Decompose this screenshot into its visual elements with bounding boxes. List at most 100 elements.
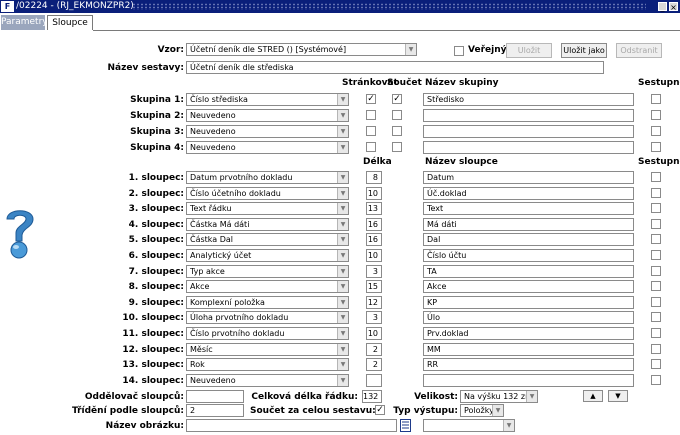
sloupec-5-select[interactable]: Částka Dal ▼ [186,233,349,247]
sloupec-5-length-input[interactable]: 16 [366,233,382,247]
sloupec-6-select[interactable]: Analytický účet ▼ [186,249,349,262]
sloupec-12-sestupne-checkbox[interactable] [651,343,661,354]
list-icon[interactable] [400,419,411,432]
sloupec-2-sestupne-checkbox[interactable] [651,187,661,198]
skupina-3-soucet-checkbox[interactable] [392,126,402,136]
vzor-select[interactable]: Účetní deník dle STRED () [Systémové] ▼ [186,43,417,56]
skupina-1-soucet-checkbox[interactable]: ✓ [392,94,402,104]
sloupec-7-length-input[interactable]: 3 [366,264,382,278]
skupina-1-sestupne-checkbox[interactable] [651,94,661,104]
save-button[interactable]: Uložit [506,43,552,58]
sloupec-12-select[interactable]: Měsíc ▼ [186,342,349,356]
velikost-select[interactable]: Na výšku 132 zn. ▼ [460,390,538,403]
skupina-1-name-input[interactable]: Středisko [423,93,634,106]
obrazek-select[interactable]: ▼ [423,419,515,432]
sloupec-3-name-input[interactable]: Text [423,202,634,216]
sloupec-2-select[interactable]: Číslo účetního dokladu ▼ [186,186,349,200]
oddelovac-input[interactable] [186,390,244,403]
header-nazev-sloupce: Název sloupce [425,157,498,167]
close-icon[interactable]: × [669,2,678,12]
sloupec-5-name-input[interactable]: Dal [423,233,634,247]
save-as-button[interactable]: Uložit jako [561,43,607,58]
sloupec-1-select[interactable]: Datum prvotního dokladu ▼ [186,171,349,184]
sloupec-3-length-input[interactable]: 13 [366,202,382,216]
sloupec-6-sestupne-checkbox[interactable] [651,250,661,260]
skupina-2-soucet-checkbox[interactable] [392,110,402,120]
sloupec-9-sestupne-checkbox[interactable] [651,296,661,307]
skupina-3-select[interactable]: Neuvedeno ▼ [186,125,349,138]
sloupec-9-name-input[interactable]: KP [423,295,634,309]
trideni-input[interactable]: 2 [186,404,244,417]
skupina-2-select[interactable]: Neuvedeno ▼ [186,109,349,122]
sloupec-8-name-input[interactable]: Akce [423,280,634,294]
sloupec-6-length-input[interactable]: 10 [366,249,382,262]
verejny-checkbox[interactable] [454,46,464,56]
sloupec-7-name-input[interactable]: TA [423,264,634,278]
skupina-1-strankovat-checkbox[interactable]: ✓ [366,94,376,104]
chevron-down-icon: ▼ [337,218,348,230]
skupina-2-strankovat-checkbox[interactable] [366,110,376,120]
sloupec-9-select[interactable]: Komplexní položka ▼ [186,295,349,309]
typ-select[interactable]: Položky ▼ [460,404,504,417]
sloupec-10-length-input[interactable]: 3 [366,311,382,325]
sloupec-4-length-input[interactable]: 16 [366,217,382,231]
nazev-sestavy-input[interactable]: Účetní deník dle střediska [186,61,604,74]
sloupec-4-name-input[interactable]: Má dáti [423,217,634,231]
sloupec-4-label: 4. sloupec: [128,219,184,230]
sloupec-10-sestupne-checkbox[interactable] [651,312,661,323]
skupina-2-sestupne-checkbox[interactable] [651,110,661,120]
minimize-icon[interactable]: _ [658,2,667,12]
sloupec-6-name-input[interactable]: Číslo účtu [423,249,634,262]
sloupec-13-name-input[interactable]: RR [423,358,634,372]
sloupec-5-sestupne-checkbox[interactable] [651,234,661,245]
sloupec-1-length-input[interactable]: 8 [366,171,382,184]
skupina-3-sestupne-checkbox[interactable] [651,126,661,136]
sloupec-3-select[interactable]: Text řádku ▼ [186,202,349,216]
sloupec-14-select[interactable]: Neuvedeno ▼ [186,373,349,387]
sloupec-14-sestupne-checkbox[interactable] [651,374,661,385]
soucet-sestavy-checkbox[interactable]: ✓ [375,405,385,415]
sloupec-2-name-input[interactable]: Úč.doklad [423,186,634,200]
sloupec-11-length-input[interactable]: 10 [366,327,382,340]
sloupec-2-length-input[interactable]: 10 [366,186,382,200]
tab-sloupce[interactable]: Sloupce [47,15,93,30]
sloupec-10-name-input[interactable]: Úlo [423,311,634,325]
skupina-4-sestupne-checkbox[interactable] [651,142,661,152]
sloupec-4-sestupne-checkbox[interactable] [651,218,661,229]
sloupec-10-select[interactable]: Úloha prvotního dokladu ▼ [186,311,349,325]
sloupec-9-length-input[interactable]: 12 [366,295,382,309]
sloupec-12-length-input[interactable]: 2 [366,342,382,356]
sloupec-1-name-input[interactable]: Datum [423,171,634,184]
sloupec-11-sestupne-checkbox[interactable] [651,328,661,338]
skupina-1-select[interactable]: Číslo střediska ▼ [186,93,349,106]
skupina-4-soucet-checkbox[interactable] [392,142,402,152]
sloupec-13-select[interactable]: Rok ▼ [186,358,349,372]
skupina-3-name-input[interactable] [423,125,634,138]
sloupec-3-sestupne-checkbox[interactable] [651,203,661,214]
skupina-4-strankovat-checkbox[interactable] [366,142,376,152]
skupina-3-strankovat-checkbox[interactable] [366,126,376,136]
sloupec-14-name-input[interactable] [423,373,634,387]
sloupec-8-length-input[interactable]: 15 [366,280,382,294]
skupina-4-name-input[interactable] [423,141,634,154]
sloupec-7-sestupne-checkbox[interactable] [651,265,661,276]
move-down-button[interactable]: ▼ [608,390,628,402]
tab-parametry[interactable]: Parametry [1,15,48,30]
move-up-button[interactable]: ▲ [583,390,603,402]
obrazek-input[interactable] [186,419,397,432]
sloupec-11-name-input[interactable]: Prv.doklad [423,327,634,340]
sloupec-13-sestupne-checkbox[interactable] [651,359,661,370]
sloupec-13-length-input[interactable]: 2 [366,358,382,372]
sloupec-1-sestupne-checkbox[interactable] [651,172,661,182]
sloupec-4-select[interactable]: Částka Má dáti ▼ [186,217,349,231]
skupina-4-select[interactable]: Neuvedeno ▼ [186,141,349,154]
sloupec-8-sestupne-checkbox[interactable] [651,281,661,292]
sloupec-7-select[interactable]: Typ akce ▼ [186,264,349,278]
sloupec-1-value: Datum prvotního dokladu [190,173,293,182]
sloupec-14-length-input[interactable] [366,373,382,387]
sloupec-12-name-input[interactable]: MM [423,342,634,356]
delete-button[interactable]: Odstranit [616,43,662,58]
sloupec-8-select[interactable]: Akce ▼ [186,280,349,294]
sloupec-11-select[interactable]: Číslo prvotního dokladu ▼ [186,327,349,340]
skupina-2-name-input[interactable] [423,109,634,122]
